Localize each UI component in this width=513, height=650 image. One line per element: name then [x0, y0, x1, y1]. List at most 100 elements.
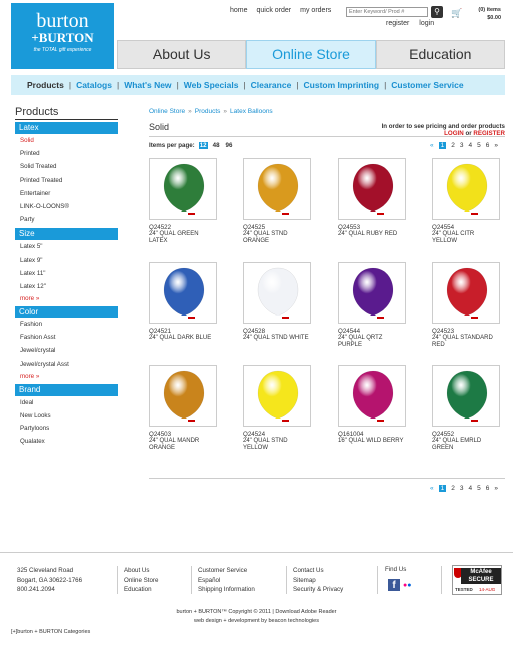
footer-link-customer-service[interactable]: Customer Service [198, 566, 255, 576]
product-image[interactable] [243, 158, 311, 220]
mcafee-badge[interactable]: McAfee SECURE TESTED 14-AUG [452, 565, 502, 595]
product-name[interactable]: 24" QUAL QRTZ PURPLE [338, 335, 406, 349]
sidebar-item-latex-12[interactable]: Latex 12" [15, 279, 118, 294]
product-card[interactable]: Q24523 24" QUAL STANDARD RED [432, 262, 500, 349]
nav-whats-new[interactable]: What's New [124, 80, 171, 90]
sidebar-item-latex-9[interactable]: Latex 9" [15, 253, 118, 267]
items-per-page-48[interactable]: 48 [212, 142, 221, 149]
register-link[interactable]: register [386, 20, 409, 27]
footer-link-online-store[interactable]: Online Store [124, 576, 158, 586]
sidebar-item-entertainer[interactable]: Entertainer [15, 186, 118, 200]
pager-page-1[interactable]: 1 [438, 142, 447, 149]
sidebar-item-qualatex[interactable]: Qualatex [15, 435, 118, 449]
pager-page-1[interactable]: 1 [438, 485, 447, 492]
product-card[interactable]: Q24553 24" QUAL RUBY RED [338, 158, 406, 238]
sidebar-item-party[interactable]: Party [15, 213, 118, 227]
sidebar-item-link-o-loons[interactable]: LINK-O-LOONS® [15, 199, 118, 214]
product-card[interactable]: Q24528 24" QUAL STND WHITE [243, 262, 311, 342]
product-image[interactable] [432, 262, 500, 324]
sidebar-item-printed-treated[interactable]: Printed Treated [15, 173, 118, 187]
footer-link-education[interactable]: Education [124, 585, 158, 595]
product-name[interactable]: 24" QUAL MANDR ORANGE [149, 438, 217, 452]
product-name[interactable]: 24" QUAL STND YELLOW [243, 438, 311, 452]
nav-products[interactable]: Products [27, 80, 64, 90]
product-name[interactable]: 16" QUAL WILD BERRY [338, 438, 406, 445]
breadcrumb-products[interactable]: Products [195, 108, 221, 115]
nav-web-specials[interactable]: Web Specials [184, 80, 239, 90]
sidebar-item-printed[interactable]: Printed [15, 147, 118, 161]
product-card[interactable]: Q24525 24" QUAL STND ORANGE [243, 158, 311, 245]
sidebar-more-size[interactable]: more » [15, 293, 118, 305]
product-card[interactable]: Q24554 24" QUAL CITR YELLOW [432, 158, 500, 245]
pager-prev[interactable]: « [430, 485, 434, 492]
product-name[interactable]: 24" QUAL GREEN LATEX [149, 231, 217, 245]
pager-page-6[interactable]: 6 [486, 142, 490, 149]
sidebar-item-jewel-crystal-asst[interactable]: Jewel/crystal Asst [15, 357, 118, 371]
pager-page-3[interactable]: 3 [460, 485, 464, 492]
sidebar-item-ideal[interactable]: Ideal [15, 395, 118, 409]
sidebar-item-fashion[interactable]: Fashion [15, 318, 118, 332]
categories-toggle[interactable]: [+]burton + BURTON Categories [11, 629, 90, 635]
product-image[interactable] [432, 365, 500, 427]
flickr-icon[interactable]: ●● [403, 582, 411, 589]
product-image[interactable] [338, 158, 406, 220]
pager-page-5[interactable]: 5 [477, 485, 481, 492]
product-image[interactable] [338, 262, 406, 324]
sidebar-section-size[interactable]: Size [15, 228, 118, 241]
sidebar-item-solid[interactable]: Solid [15, 134, 118, 148]
sidebar-more-color[interactable]: more » [15, 370, 118, 382]
product-name[interactable]: 24" QUAL DARK BLUE [149, 335, 217, 342]
logo[interactable]: burton +BURTON the TOTAL gift experience [11, 3, 114, 69]
search-button[interactable]: ⚲ [431, 6, 443, 18]
home-link[interactable]: home [230, 7, 248, 14]
product-card[interactable]: Q24522 24" QUAL GREEN LATEX [149, 158, 217, 245]
product-card[interactable]: Q24521 24" QUAL DARK BLUE [149, 262, 217, 342]
sidebar-section-brand[interactable]: Brand [15, 383, 118, 396]
sidebar-item-new-looks[interactable]: New Looks [15, 409, 118, 423]
login-link[interactable]: login [419, 20, 434, 27]
nav-custom-imprinting[interactable]: Custom Imprinting [304, 80, 380, 90]
product-card[interactable]: Q24552 24" QUAL EMRLD GREEN [432, 365, 500, 452]
footer-link-shipping[interactable]: Shipping Information [198, 585, 255, 595]
footer-link-contact-us[interactable]: Contact Us [293, 566, 343, 576]
footer-link-about-us[interactable]: About Us [124, 566, 158, 576]
product-image[interactable] [149, 262, 217, 324]
sidebar-item-partyloons[interactable]: Partyloons [15, 422, 118, 436]
pager-page-4[interactable]: 4 [469, 142, 473, 149]
quick-order-link[interactable]: quick order [257, 7, 292, 14]
nav-customer-service[interactable]: Customer Service [391, 80, 463, 90]
pager-page-5[interactable]: 5 [477, 142, 481, 149]
footer-link-espanol[interactable]: Español [198, 576, 255, 586]
footer-link-security-privacy[interactable]: Security & Privacy [293, 585, 343, 595]
product-name[interactable]: 24" QUAL STANDARD RED [432, 335, 500, 349]
pager-page-2[interactable]: 2 [451, 485, 455, 492]
product-image[interactable] [243, 365, 311, 427]
product-card[interactable]: Q24503 24" QUAL MANDR ORANGE [149, 365, 217, 452]
product-name[interactable]: 24" QUAL STND ORANGE [243, 231, 311, 245]
sidebar-section-latex[interactable]: Latex [15, 122, 118, 134]
pager-prev[interactable]: « [430, 142, 434, 149]
product-image[interactable] [432, 158, 500, 220]
breadcrumb-latex-balloons[interactable]: Latex Balloons [230, 108, 273, 115]
items-per-page-96[interactable]: 96 [225, 142, 234, 149]
sidebar-item-latex-5[interactable]: Latex 5" [15, 240, 118, 254]
nav-clearance[interactable]: Clearance [251, 80, 292, 90]
nav-catalogs[interactable]: Catalogs [76, 80, 112, 90]
sidebar-section-color[interactable]: Color [15, 306, 118, 319]
sidebar-item-fashion-asst[interactable]: Fashion Asst [15, 331, 118, 345]
pager-page-3[interactable]: 3 [460, 142, 464, 149]
product-name[interactable]: 24" QUAL EMRLD GREEN [432, 438, 500, 452]
pager-page-4[interactable]: 4 [469, 485, 473, 492]
footer-link-sitemap[interactable]: Sitemap [293, 576, 343, 586]
tab-about-us[interactable]: About Us [117, 40, 247, 69]
product-card[interactable]: Q24524 24" QUAL STND YELLOW [243, 365, 311, 452]
product-image[interactable] [149, 365, 217, 427]
pager-page-2[interactable]: 2 [451, 142, 455, 149]
product-name[interactable]: 24" QUAL STND WHITE [243, 335, 311, 342]
search-input[interactable] [346, 7, 428, 17]
product-card[interactable]: Q161004 16" QUAL WILD BERRY [338, 365, 406, 445]
product-card[interactable]: Q24544 24" QUAL QRTZ PURPLE [338, 262, 406, 349]
breadcrumb-online-store[interactable]: Online Store [149, 108, 185, 115]
sidebar-item-solid-treated[interactable]: Solid Treated [15, 160, 118, 174]
product-image[interactable] [338, 365, 406, 427]
